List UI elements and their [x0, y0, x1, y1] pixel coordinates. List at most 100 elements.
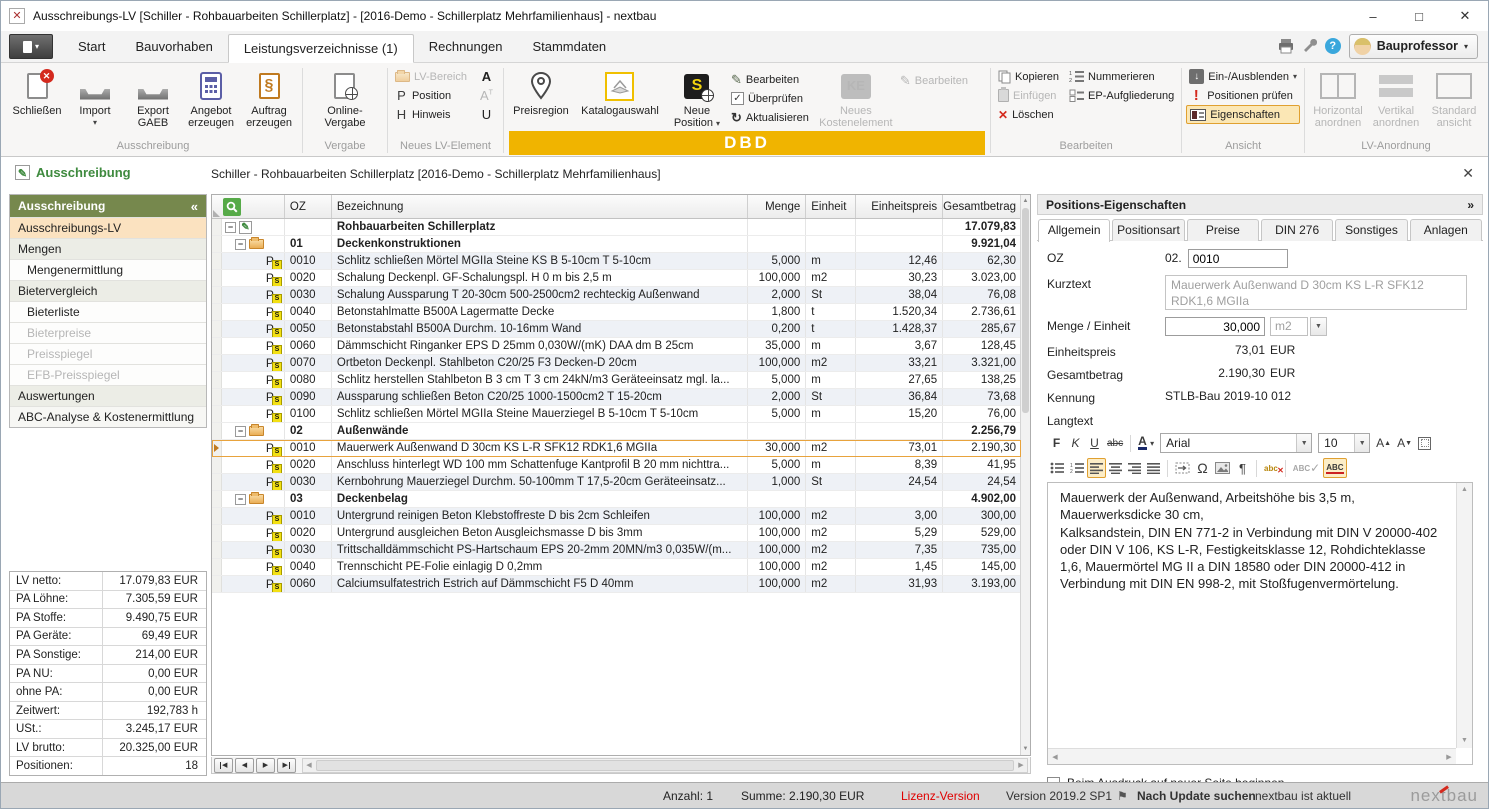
sidebar-item[interactable]: Mengenermittlung	[10, 259, 206, 280]
align-center-button[interactable]	[1106, 458, 1125, 478]
lv-row[interactable]: 0030 Schalung Aussparung T 20-30cm 500-2…	[212, 287, 1021, 304]
katalogauswahl-button[interactable]: Katalogauswahl	[577, 67, 663, 117]
import-button[interactable]: ↓ Import ▾	[66, 67, 124, 129]
column-header-einheitspreis[interactable]: Einheitspreis	[856, 195, 943, 218]
kopieren-button[interactable]: Kopieren	[995, 67, 1062, 86]
standard-ansicht-button[interactable]: Standard ansicht	[1425, 67, 1483, 129]
bullet-list-button[interactable]	[1047, 458, 1067, 478]
properties-tab[interactable]: Anlagen	[1410, 219, 1482, 241]
bearbeiten-button[interactable]: ✎Bearbeiten	[728, 70, 812, 89]
scrollbar-thumb[interactable]	[1022, 208, 1029, 413]
previous-record-button[interactable]: ◀	[235, 758, 254, 773]
user-account-button[interactable]: Bauprofessor ▾	[1349, 34, 1478, 59]
scroll-up-icon[interactable]: ▲	[1021, 195, 1030, 207]
ein-ausblenden-button[interactable]: Ein-/Ausblenden▾	[1186, 67, 1300, 86]
close-button[interactable]: ✕	[1442, 1, 1488, 31]
lv-row[interactable]: 02 Außenwände 2.256,79	[212, 423, 1021, 440]
main-tab[interactable]: Rechnungen	[414, 33, 518, 62]
lv-bereich-button[interactable]: LV-Bereich	[392, 67, 470, 86]
lv-row[interactable]: 0010 Untergrund reinigen Beton Klebstoff…	[212, 508, 1021, 525]
bold-button[interactable]: F	[1047, 433, 1066, 453]
text-block-button[interactable]	[1172, 458, 1193, 478]
collapse-expander-icon[interactable]	[235, 494, 246, 505]
langtext-editor[interactable]: Mauerwerk der Außenwand, Arbeitshöhe bis…	[1047, 482, 1473, 765]
underline-button[interactable]: U	[1085, 433, 1104, 453]
lv-row[interactable]: 0010 Schlitz schließen Mörtel MGIIa Stei…	[212, 253, 1021, 270]
sidebar-item[interactable]: Preisspiegel	[10, 343, 206, 364]
lv-row[interactable]: 0020 Schalung Deckenpl. GF-Schalungspl. …	[212, 270, 1021, 287]
lv-row[interactable]: 0090 Aussparung schließen Beton C20/25 1…	[212, 389, 1021, 406]
main-tab[interactable]: Stammdaten	[517, 33, 621, 62]
lv-row[interactable]: 0010 Mauerwerk Außenwand D 30cm KS L-R S…	[212, 440, 1021, 457]
lv-row[interactable]: 0030 Trittschalldämmschicht PS-Hartschau…	[212, 542, 1021, 559]
lv-row[interactable]: 0040 Betonstahlmatte B500A Lagermatte De…	[212, 304, 1021, 321]
align-left-button[interactable]	[1087, 458, 1106, 478]
collapse-icon[interactable]: «	[191, 199, 198, 214]
sidebar-item[interactable]: ABC-Analyse & Kostenermittlung	[10, 406, 206, 427]
sidebar-header[interactable]: Ausschreibung «	[10, 195, 206, 217]
sidebar-item[interactable]: Auswertungen	[10, 385, 206, 406]
close-document-icon[interactable]: ✕	[1462, 165, 1474, 182]
scroll-right-icon[interactable]: ▶	[1442, 753, 1456, 761]
chevron-down-icon[interactable]: ▼	[1310, 317, 1327, 336]
sidebar-item[interactable]: Ausschreibungs-LV	[10, 217, 206, 238]
lv-row[interactable]: 0080 Schlitz herstellen Stahlbeton B 3 c…	[212, 372, 1021, 389]
print-icon[interactable]	[1278, 38, 1294, 54]
fullscreen-editor-button[interactable]	[1415, 433, 1434, 453]
export-gaeb-button[interactable]: ↗ Export GAEB	[124, 67, 182, 129]
column-header-bezeichnung[interactable]: Bezeichnung	[332, 195, 748, 218]
properties-tab[interactable]: Sonstiges	[1335, 219, 1407, 241]
font-family-select[interactable]: Arial▼	[1160, 433, 1312, 453]
auftrag-erzeugen-button[interactable]: § Auftrag erzeugen	[240, 67, 298, 129]
hinweis-button[interactable]: HHinweis	[392, 105, 470, 124]
sidebar-item[interactable]: Bietervergleich	[10, 280, 206, 301]
main-tab[interactable]: Start	[63, 33, 120, 62]
loeschen-button[interactable]: ✕Löschen	[995, 105, 1062, 124]
help-icon[interactable]	[1325, 38, 1341, 54]
editor-vertical-scrollbar[interactable]: ▲ ▼	[1456, 483, 1472, 748]
menge-input[interactable]	[1165, 317, 1265, 336]
textzusatz-a-button[interactable]: A	[474, 67, 499, 86]
update-link[interactable]: Nach Update suchen	[1137, 789, 1256, 803]
properties-tab[interactable]: Preise	[1187, 219, 1259, 241]
scroll-right-icon[interactable]: ▶	[1015, 761, 1027, 769]
minimize-button[interactable]: –	[1350, 1, 1396, 31]
position-button[interactable]: PPosition	[392, 86, 470, 105]
first-record-button[interactable]: ◀	[214, 758, 233, 773]
sidebar-item[interactable]: EFB-Preisspiegel	[10, 364, 206, 385]
scroll-down-icon[interactable]: ▼	[1021, 743, 1030, 755]
maximize-button[interactable]: □	[1396, 1, 1442, 31]
schliessen-button[interactable]: Schließen	[8, 67, 66, 117]
font-color-button[interactable]: A ▾	[1135, 433, 1157, 453]
lv-row[interactable]: 0030 Kernbohrung Mauerziegel Durchm. 50-…	[212, 474, 1021, 491]
ueberpruefen-button[interactable]: Überprüfen	[728, 89, 812, 108]
column-header-oz[interactable]: OZ	[285, 195, 332, 218]
align-right-button[interactable]	[1125, 458, 1144, 478]
einfuegen-button[interactable]: Einfügen	[995, 86, 1062, 105]
oz-input[interactable]	[1188, 249, 1288, 268]
lv-row[interactable]: Rohbauarbeiten Schillerplatz 17.079,83	[212, 219, 1021, 236]
main-tab[interactable]: Bauvorhaben	[120, 33, 227, 62]
positionen-pruefen-button[interactable]: !Positionen prüfen	[1186, 86, 1300, 105]
collapse-expander-icon[interactable]	[225, 222, 236, 233]
vertical-scrollbar[interactable]: ▲ ▼	[1020, 195, 1030, 755]
special-character-button[interactable]: Ω	[1193, 458, 1212, 478]
collapse-expander-icon[interactable]	[235, 426, 246, 437]
decrease-font-button[interactable]: A▼	[1394, 433, 1415, 453]
editor-horizontal-scrollbar[interactable]: ◀ ▶	[1048, 748, 1456, 764]
textzusatz-at-button[interactable]: AT	[474, 86, 499, 105]
lv-row[interactable]: 0050 Betonstabstahl B500A Durchm. 10-16m…	[212, 321, 1021, 338]
column-header-menge[interactable]: Menge	[748, 195, 806, 218]
sidebar-item[interactable]: Bieterliste	[10, 301, 206, 322]
lv-row[interactable]: 0020 Anschluss hinterlegt WD 100 mm Scha…	[212, 457, 1021, 474]
sidebar-item[interactable]: Mengen	[10, 238, 206, 259]
properties-tab[interactable]: Positionsart	[1112, 219, 1184, 241]
preisregion-button[interactable]: Preisregion	[508, 67, 574, 117]
ep-aufgliederung-button[interactable]: EP-Aufgliederung	[1066, 86, 1177, 105]
lv-row[interactable]: 03 Deckenbelag 4.902,00	[212, 491, 1021, 508]
numbered-list-button[interactable]: 12	[1067, 458, 1087, 478]
neues-kostenelement-button[interactable]: KE Neues Kostenelement	[815, 67, 897, 129]
tools-wrench-icon[interactable]	[1302, 39, 1317, 54]
lv-row[interactable]: 0100 Schlitz schließen Mörtel MGIIa Stei…	[212, 406, 1021, 423]
app-menu-button[interactable]: ▾	[9, 34, 53, 59]
